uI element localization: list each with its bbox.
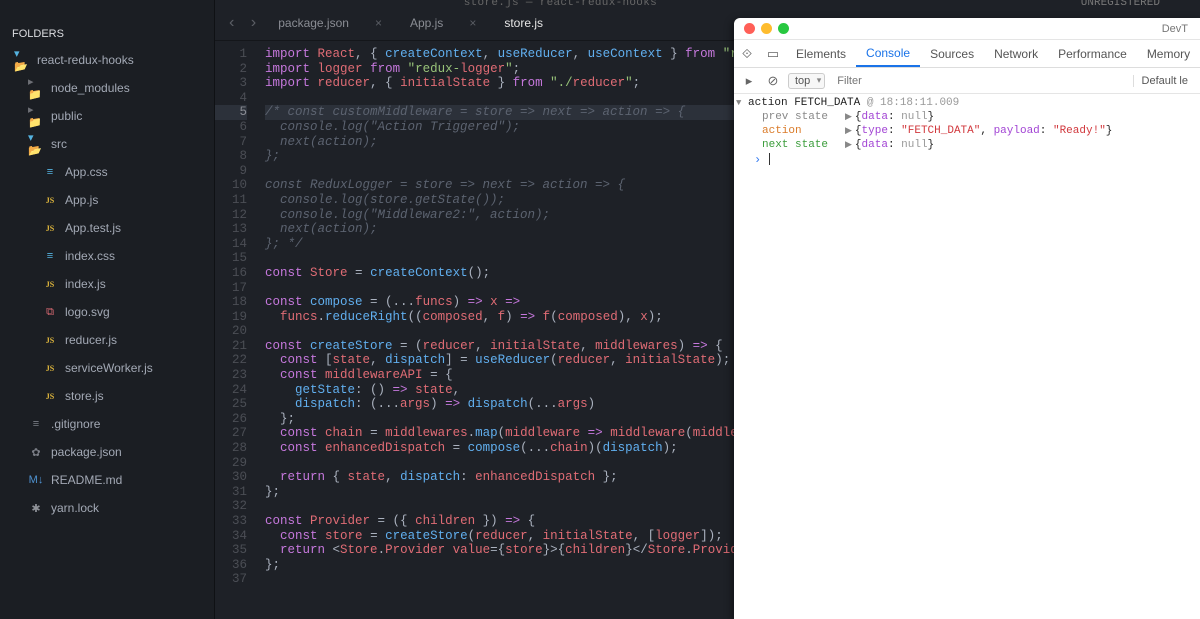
tree-item-readme[interactable]: M↓README.md (0, 466, 214, 494)
nav-forward-icon[interactable]: › (243, 14, 265, 32)
tab-store-js[interactable]: store.js (490, 6, 557, 40)
minimize-icon[interactable] (761, 23, 772, 34)
play-icon[interactable]: ▸ (740, 73, 758, 89)
tree-item-appcss[interactable]: ≡App.css (0, 158, 214, 186)
console-toolbar: ▸ ⊘ top Default le (734, 68, 1200, 94)
context-select[interactable]: top (788, 73, 825, 89)
tree-root[interactable]: ▾📂react-redux-hooks (0, 46, 214, 74)
tree-item-yarn[interactable]: ✱yarn.lock (0, 494, 214, 522)
devtools-title: DevT (795, 23, 1192, 35)
zoom-icon[interactable] (778, 23, 789, 34)
close-icon[interactable] (744, 23, 755, 34)
tree-item-pkg[interactable]: ✿package.json (0, 438, 214, 466)
folder-sidebar: FOLDERS ▾📂react-redux-hooks▸📁node_module… (0, 0, 215, 619)
tree-item-apptest[interactable]: JSApp.test.js (0, 214, 214, 242)
tab-app-js[interactable]: App.js× (396, 6, 490, 40)
devtools-titlebar: DevT (734, 18, 1200, 40)
device-icon[interactable]: ▭ (760, 46, 786, 62)
log-row-action: action ▶{type: "FETCH_DATA", payload: "R… (734, 124, 1200, 138)
log-row-prev-state: prev state ▶{data: null} (734, 110, 1200, 124)
devtools-tabs: ⟐ ▭ ElementsConsoleSourcesNetworkPerform… (734, 40, 1200, 68)
devtools-tab-network[interactable]: Network (984, 40, 1048, 67)
tree-item-sw[interactable]: JSserviceWorker.js (0, 354, 214, 382)
clear-icon[interactable]: ⊘ (764, 73, 782, 89)
tree-item-src[interactable]: ▾📂src (0, 130, 214, 158)
filter-input[interactable] (831, 75, 1126, 87)
nav-back-icon[interactable]: ‹ (221, 14, 243, 32)
devtools-tab-elements[interactable]: Elements (786, 40, 856, 67)
inspect-icon[interactable]: ⟐ (734, 46, 760, 62)
sidebar-heading: FOLDERS (0, 18, 214, 46)
devtools-tab-performance[interactable]: Performance (1048, 40, 1137, 67)
tree-item-indexcss[interactable]: ≡index.css (0, 242, 214, 270)
tree-item-gitignore[interactable]: ≡.gitignore (0, 410, 214, 438)
tree-item-indexjs[interactable]: JSindex.js (0, 270, 214, 298)
console-log[interactable]: ▼ action FETCH_DATA @ 18:18:11.009 prev … (734, 94, 1200, 619)
tree-item-reducer[interactable]: JSreducer.js (0, 326, 214, 354)
tree-item-public[interactable]: ▸📁public (0, 102, 214, 130)
tree-item-store[interactable]: JSstore.js (0, 382, 214, 410)
line-gutter: 1234567891011121314151617181920212223242… (215, 41, 255, 619)
disclosure-icon[interactable]: ▼ (736, 98, 741, 108)
devtools-tab-console[interactable]: Console (856, 40, 920, 67)
log-row-next-state: next state ▶{data: null} (734, 138, 1200, 152)
tree-item-logosvg[interactable]: ⧉logo.svg (0, 298, 214, 326)
devtools-panel: DevT ⟐ ▭ ElementsConsoleSourcesNetworkPe… (734, 18, 1200, 619)
devtools-tab-memory[interactable]: Memory (1137, 40, 1200, 67)
devtools-tab-sources[interactable]: Sources (920, 40, 984, 67)
tree-item-appjs[interactable]: JSApp.js (0, 186, 214, 214)
unregistered-label: UNREGISTERED (1081, 0, 1160, 9)
log-group-header[interactable]: ▼ action FETCH_DATA @ 18:18:11.009 (734, 96, 1200, 110)
window-titlebar: store.js — react-redux-hooks UNREGISTERE… (0, 0, 1200, 15)
close-tab-icon[interactable]: × (375, 16, 382, 30)
console-prompt[interactable]: › (734, 152, 1200, 168)
close-tab-icon[interactable]: × (469, 16, 476, 30)
tab-package-json[interactable]: package.json× (264, 6, 396, 40)
tree-item-node_modules[interactable]: ▸📁node_modules (0, 74, 214, 102)
levels-select[interactable]: Default le (1133, 75, 1196, 87)
